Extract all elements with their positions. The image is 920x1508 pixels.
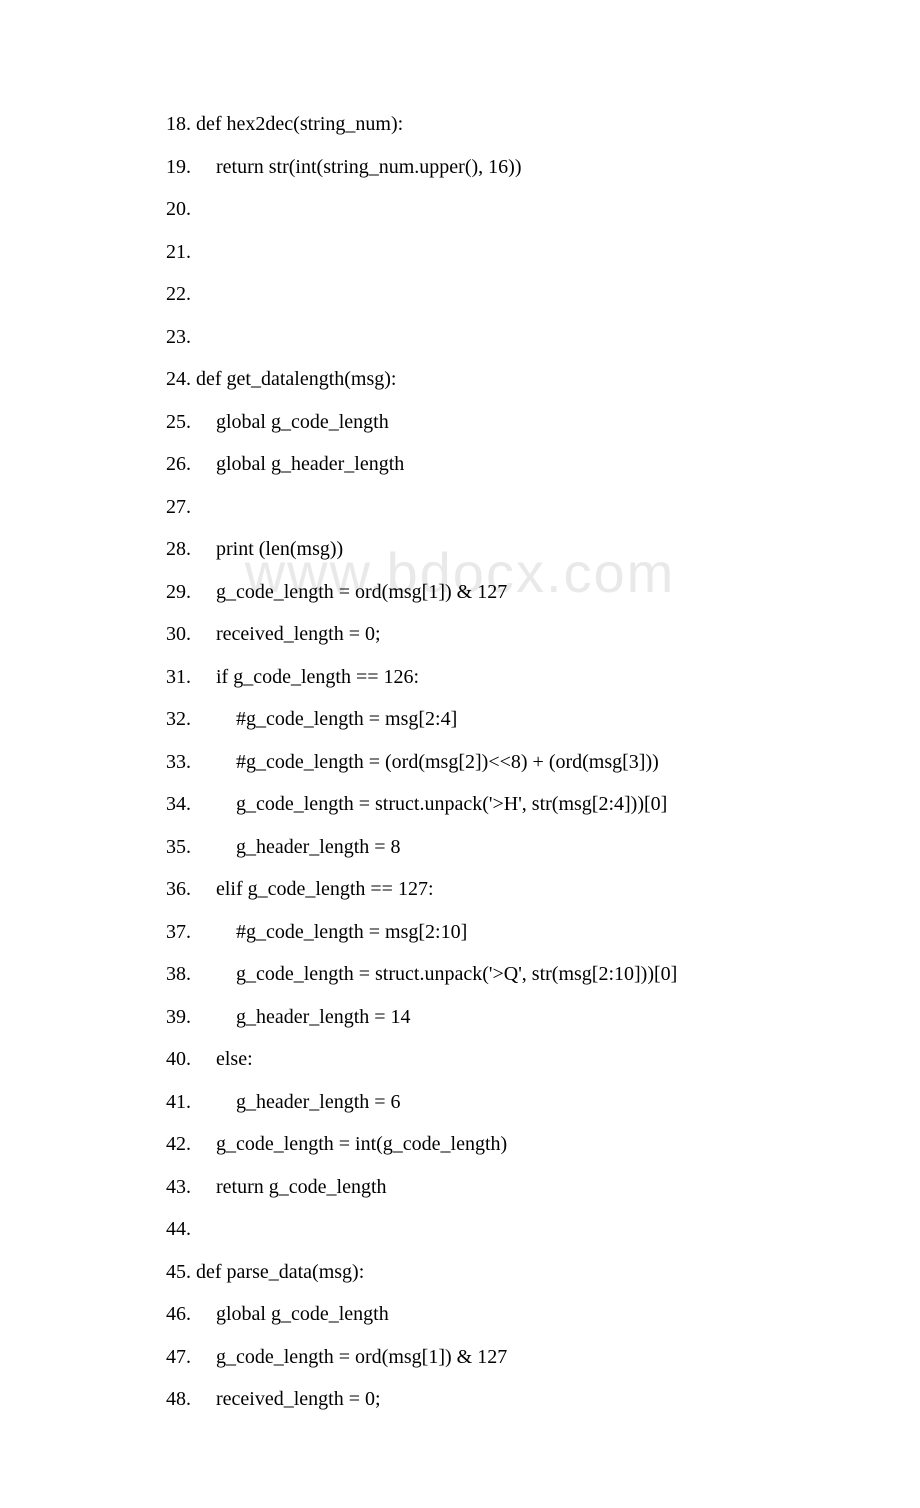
code-content: 18. def hex2dec(string_num): 19. return …	[166, 110, 760, 1413]
code-text: print (len(msg))	[191, 538, 353, 560]
code-line: 48. received_length = 0;	[166, 1385, 760, 1413]
code-text	[191, 1218, 246, 1240]
code-line: 22.	[166, 280, 760, 308]
code-text	[191, 241, 206, 263]
code-line: 29. g_code_length = ord(msg[1]) & 127	[166, 578, 760, 606]
code-line: 37. #g_code_length = msg[2:10]	[166, 918, 760, 946]
code-line: 39. g_header_length = 14	[166, 1003, 760, 1031]
code-text: else:	[191, 1048, 263, 1070]
line-number: 19.	[166, 156, 191, 178]
code-text: g_code_length = struct.unpack('>H', str(…	[191, 793, 677, 815]
line-number: 38.	[166, 963, 191, 985]
code-line: 18. def hex2dec(string_num):	[166, 110, 760, 138]
line-number: 47.	[166, 1346, 191, 1368]
code-text	[191, 283, 206, 305]
code-line: 23.	[166, 323, 760, 351]
code-line: 21.	[166, 238, 760, 266]
code-line: 40. else:	[166, 1045, 760, 1073]
line-number: 48.	[166, 1388, 191, 1410]
code-line: 24. def get_datalength(msg):	[166, 365, 760, 393]
line-number: 35.	[166, 836, 191, 858]
code-line: 28. print (len(msg))	[166, 535, 760, 563]
line-number: 24.	[166, 368, 191, 390]
line-number: 41.	[166, 1091, 191, 1113]
line-number: 39.	[166, 1006, 191, 1028]
line-number: 22.	[166, 283, 191, 305]
code-line: 31. if g_code_length == 126:	[166, 663, 760, 691]
code-text: g_header_length = 8	[191, 836, 411, 858]
line-number: 25.	[166, 411, 191, 433]
code-text	[191, 198, 206, 220]
code-text	[191, 496, 226, 518]
line-number: 42.	[166, 1133, 191, 1155]
code-line: 38. g_code_length = struct.unpack('>Q', …	[166, 960, 760, 988]
line-number: 33.	[166, 751, 191, 773]
code-text: def hex2dec(string_num):	[191, 113, 413, 135]
code-line: 19. return str(int(string_num.upper(), 1…	[166, 153, 760, 181]
code-line: 36. elif g_code_length == 127:	[166, 875, 760, 903]
code-line: 33. #g_code_length = (ord(msg[2])<<8) + …	[166, 748, 760, 776]
document-page: www.bdocx.com 18. def hex2dec(string_num…	[0, 0, 920, 1508]
line-number: 36.	[166, 878, 191, 900]
code-text: def parse_data(msg):	[191, 1261, 374, 1283]
code-line: 34. g_code_length = struct.unpack('>H', …	[166, 790, 760, 818]
code-line: 47. g_code_length = ord(msg[1]) & 127	[166, 1343, 760, 1371]
code-line: 30. received_length = 0;	[166, 620, 760, 648]
code-text: return g_code_length	[191, 1176, 397, 1198]
code-line: 44.	[166, 1215, 760, 1243]
line-number: 31.	[166, 666, 191, 688]
code-text: g_code_length = int(g_code_length)	[191, 1133, 517, 1155]
line-number: 43.	[166, 1176, 191, 1198]
line-number: 44.	[166, 1218, 191, 1240]
line-number: 30.	[166, 623, 191, 645]
line-number: 18.	[166, 113, 191, 135]
code-line: 20.	[166, 195, 760, 223]
code-line: 35. g_header_length = 8	[166, 833, 760, 861]
code-line: 32. #g_code_length = msg[2:4]	[166, 705, 760, 733]
line-number: 29.	[166, 581, 191, 603]
line-number: 23.	[166, 326, 191, 348]
code-line: 27.	[166, 493, 760, 521]
code-text	[191, 326, 206, 348]
line-number: 20.	[166, 198, 191, 220]
code-line: 46. global g_code_length	[166, 1300, 760, 1328]
line-number: 28.	[166, 538, 191, 560]
code-line: 26. global g_header_length	[166, 450, 760, 478]
code-text: elif g_code_length == 127:	[191, 878, 444, 900]
code-text: received_length = 0;	[191, 623, 391, 645]
code-text: g_code_length = ord(msg[1]) & 127	[191, 1346, 517, 1368]
line-number: 27.	[166, 496, 191, 518]
code-text: g_code_length = ord(msg[1]) & 127	[191, 581, 517, 603]
code-line: 45. def parse_data(msg):	[166, 1258, 760, 1286]
line-number: 40.	[166, 1048, 191, 1070]
line-number: 21.	[166, 241, 191, 263]
code-text: #g_code_length = (ord(msg[2])<<8) + (ord…	[191, 751, 669, 773]
code-text: received_length = 0;	[191, 1388, 391, 1410]
code-text: global g_code_length	[191, 411, 399, 433]
code-line: 42. g_code_length = int(g_code_length)	[166, 1130, 760, 1158]
code-text: global g_header_length	[191, 453, 424, 475]
code-line: 25. global g_code_length	[166, 408, 760, 436]
code-text: return str(int(string_num.upper(), 16))	[191, 156, 531, 178]
line-number: 37.	[166, 921, 191, 943]
code-text: g_code_length = struct.unpack('>Q', str(…	[191, 963, 687, 985]
code-text: if g_code_length == 126:	[191, 666, 429, 688]
code-text: def get_datalength(msg):	[191, 368, 407, 390]
code-text: global g_code_length	[191, 1303, 399, 1325]
code-text: g_header_length = 14	[191, 1006, 421, 1028]
line-number: 46.	[166, 1303, 191, 1325]
code-line: 41. g_header_length = 6	[166, 1088, 760, 1116]
code-text: #g_code_length = msg[2:4]	[191, 708, 467, 730]
code-text: #g_code_length = msg[2:10]	[191, 921, 477, 943]
line-number: 32.	[166, 708, 191, 730]
line-number: 45.	[166, 1261, 191, 1283]
line-number: 26.	[166, 453, 191, 475]
code-line: 43. return g_code_length	[166, 1173, 760, 1201]
line-number: 34.	[166, 793, 191, 815]
code-text: g_header_length = 6	[191, 1091, 411, 1113]
